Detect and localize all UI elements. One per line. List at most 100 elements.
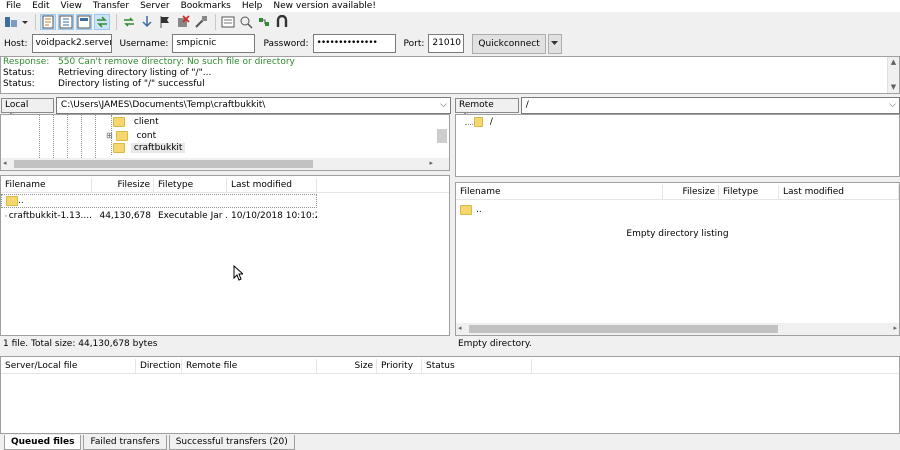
- cancel-icon[interactable]: [157, 14, 173, 30]
- local-list-header: Filename Filesize Filetype Last modified: [1, 178, 449, 193]
- tree-line: [81, 115, 82, 160]
- tab-failed-transfers[interactable]: Failed transfers: [83, 435, 167, 450]
- column-filetype[interactable]: Filetype: [719, 185, 779, 199]
- column-last-modified[interactable]: Last modified: [227, 178, 317, 192]
- transfer-queue: Server/Local file Direction Remote file …: [0, 356, 900, 434]
- file-name-cell: ..: [2, 195, 24, 207]
- list-item[interactable]: craftbukkit-1.13.... 44,130,678 Executab…: [1, 209, 449, 223]
- sync-browse-icon[interactable]: [256, 14, 272, 30]
- scrollbar-thumb[interactable]: [469, 325, 778, 333]
- column-priority[interactable]: Priority: [377, 359, 422, 373]
- expand-icon[interactable]: ⊞: [106, 131, 113, 140]
- quickconnect-button[interactable]: Quickconnect: [472, 33, 546, 54]
- filter-icon[interactable]: [238, 14, 254, 30]
- tree-line: [53, 115, 54, 160]
- remote-status: Empty directory.: [455, 336, 900, 353]
- folder-icon: [6, 196, 18, 206]
- mouse-cursor-icon: [233, 265, 243, 281]
- column-filetype[interactable]: Filetype: [154, 178, 227, 192]
- directory-tree-icon[interactable]: [58, 14, 74, 30]
- site-manager-icon[interactable]: [3, 14, 19, 30]
- list-item-parent[interactable]: ..: [1, 194, 317, 208]
- local-site-bar: Local site: C:\Users\JAMES\Documents\Tem…: [1, 97, 451, 123]
- log-kind: Status:: [3, 68, 35, 78]
- column-status[interactable]: Status: [422, 359, 532, 373]
- column-filesize[interactable]: Filesize: [92, 178, 154, 192]
- queue-tabs: Queued files Failed transfers Successful…: [0, 435, 900, 450]
- column-filesize[interactable]: Filesize: [663, 185, 719, 199]
- folder-icon: [474, 116, 483, 127]
- column-filename[interactable]: Filename: [456, 185, 663, 199]
- tree-item-root[interactable]: /: [474, 116, 493, 129]
- username-input[interactable]: smpicnic: [172, 34, 256, 53]
- dropdown-arrow-icon[interactable]: [21, 14, 29, 30]
- remote-site-label: Remote site:: [455, 98, 519, 123]
- tree-item-label: client: [133, 117, 159, 127]
- chevron-down-icon[interactable]: ⌵: [440, 98, 447, 113]
- folder-icon: [460, 205, 472, 215]
- tree-item-cont[interactable]: ⊞ cont: [106, 129, 156, 142]
- scroll-left-icon[interactable]: ◂: [3, 158, 7, 169]
- tab-successful-transfers[interactable]: Successful transfers (20): [168, 435, 295, 450]
- menu-new-version[interactable]: New version available!: [273, 1, 376, 12]
- menu-transfer[interactable]: Transfer: [93, 1, 129, 12]
- remote-tree-icon[interactable]: [76, 14, 92, 30]
- remote-path-input[interactable]: / ⌵: [520, 97, 900, 114]
- remote-path-text: /: [525, 100, 529, 110]
- tree-item-craftbukkit[interactable]: craftbukkit: [113, 142, 186, 155]
- remote-list-hscrollbar[interactable]: ◂ ▸: [456, 323, 899, 335]
- column-remote-file[interactable]: Remote file: [182, 359, 317, 373]
- port-input[interactable]: 21010: [428, 34, 465, 53]
- toolbar-separator: [215, 14, 216, 30]
- host-input[interactable]: voidpack2.servermi: [31, 34, 112, 53]
- queue-header: Server/Local file Direction Remote file …: [1, 359, 899, 374]
- file-name: ..: [476, 205, 482, 215]
- quickconnect-dropdown[interactable]: [547, 33, 562, 54]
- empty-listing-message: Empty directory listing: [626, 229, 729, 239]
- tree-item-client[interactable]: client: [113, 116, 159, 129]
- message-log-icon[interactable]: [40, 14, 56, 30]
- tree-scrollbar-thumb[interactable]: [437, 129, 447, 143]
- scroll-right-icon[interactable]: ▸: [893, 323, 897, 334]
- list-item-parent[interactable]: ..: [456, 203, 899, 217]
- password-input[interactable]: ••••••••••••••: [312, 34, 396, 53]
- scroll-up-icon[interactable]: ▲: [888, 57, 899, 68]
- menu-edit[interactable]: Edit: [32, 1, 49, 12]
- refresh-icon[interactable]: [121, 14, 137, 30]
- chevron-down-icon[interactable]: ⌵: [889, 98, 896, 113]
- column-last-modified[interactable]: Last modified: [779, 185, 899, 199]
- column-server-local-file[interactable]: Server/Local file: [1, 359, 136, 373]
- scroll-down-icon[interactable]: ▼: [888, 82, 899, 93]
- remote-site-bar: Remote site: / ⌵: [455, 97, 900, 123]
- column-size[interactable]: Size: [317, 359, 377, 373]
- tab-queued-files[interactable]: Queued files: [4, 435, 82, 450]
- menu-server[interactable]: Server: [140, 1, 170, 12]
- password-label: Password:: [263, 38, 309, 49]
- scroll-right-icon[interactable]: ▸: [429, 158, 433, 169]
- local-tree-hscrollbar[interactable]: ◂ ▸: [1, 158, 449, 170]
- jar-file-icon: [5, 214, 7, 218]
- transfer-queue-icon[interactable]: [94, 14, 110, 30]
- process-queue-icon[interactable]: [139, 14, 155, 30]
- log-scrollbar[interactable]: ▲ ▼: [887, 57, 899, 93]
- local-path-input[interactable]: C:\Users\JAMES\Documents\Temp\craftbukki…: [55, 97, 451, 114]
- scroll-left-icon[interactable]: ◂: [458, 323, 462, 334]
- scrollbar-thumb[interactable]: [14, 160, 313, 168]
- file-type: Executable Jar ...: [158, 211, 227, 221]
- menu-view[interactable]: View: [61, 1, 82, 12]
- disconnect-icon[interactable]: [193, 14, 209, 30]
- column-direction[interactable]: Direction: [136, 359, 182, 373]
- remote-list-header: Filename Filesize Filetype Last modified: [456, 185, 899, 200]
- message-log: Response: 550 Can't remove directory: No…: [0, 56, 900, 94]
- menu-file[interactable]: File: [6, 1, 21, 12]
- compare-icon[interactable]: [274, 14, 290, 30]
- cancel-operation-icon[interactable]: [175, 14, 191, 30]
- column-filename[interactable]: Filename: [1, 178, 92, 192]
- reconnect-icon[interactable]: [220, 14, 236, 30]
- folder-icon: [115, 130, 128, 141]
- menu-bookmarks[interactable]: Bookmarks: [181, 1, 231, 12]
- local-file-list: Filename Filesize Filetype Last modified…: [0, 175, 450, 336]
- local-directory-tree: client ⊞ cont craftbukkit ◂ ▸: [0, 114, 450, 171]
- menu-help[interactable]: Help: [242, 1, 263, 12]
- remote-directory-tree: /: [455, 114, 900, 177]
